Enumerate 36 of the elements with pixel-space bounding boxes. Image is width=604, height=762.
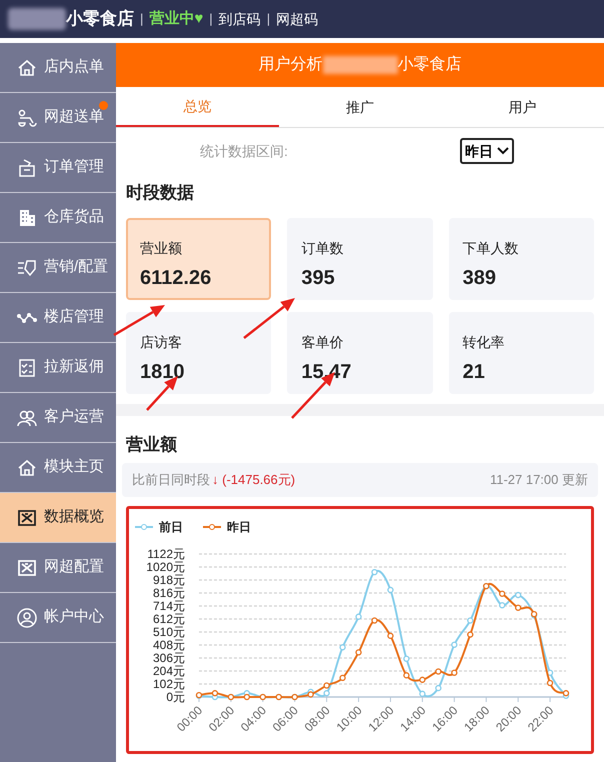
y-tick-label: 204元 (152, 664, 185, 678)
metric-value: 6112.26 (140, 266, 212, 290)
metric-label: 转化率 (462, 332, 506, 352)
y-tick-label: 1122元 (147, 547, 185, 561)
banner-title: 用户分析 (258, 54, 322, 75)
metric-value: 15.47 (301, 360, 352, 384)
y-tick-label: 408元 (152, 638, 185, 652)
metric-label: 订单数 (301, 238, 344, 258)
filter-label: 统计数据区间: (200, 142, 288, 160)
store-name: 小零食店 (66, 8, 134, 30)
section-title: 营业额 (125, 434, 178, 456)
y-tick-label: 612元 (152, 612, 185, 626)
y-tick-label: 918元 (152, 573, 185, 587)
banner-store: 小零食店 (398, 54, 462, 75)
separator: | (140, 10, 144, 28)
change-value: ↓ (-1475.66元) (212, 471, 296, 490)
update-time: 11-27 17:00 更新 (490, 471, 588, 490)
y-tick-label: 1020元 (146, 560, 185, 574)
metric-value: 395 (301, 266, 336, 290)
y-tick-label: 0元 (166, 690, 185, 704)
section-title: 时段数据 (125, 182, 195, 204)
y-tick-label: 714元 (152, 599, 185, 613)
metric-label: 营业额 (140, 238, 183, 258)
separator: | (209, 10, 213, 28)
y-tick-label: 102元 (152, 677, 185, 691)
metric-label: 店访客 (140, 332, 183, 352)
metric-value: 1810 (140, 360, 186, 384)
metric-value: 389 (462, 266, 498, 290)
y-tick-label: 816元 (152, 586, 185, 600)
comparison-label: 比前日同时段 (132, 471, 210, 490)
y-tick-label: 510元 (152, 625, 185, 639)
separator: | (266, 10, 270, 28)
metric-label: 下单人数 (462, 238, 520, 258)
y-tick-label: 306元 (152, 651, 185, 665)
metric-label: 客单价 (301, 332, 344, 352)
metric-value: 21 (462, 360, 486, 384)
